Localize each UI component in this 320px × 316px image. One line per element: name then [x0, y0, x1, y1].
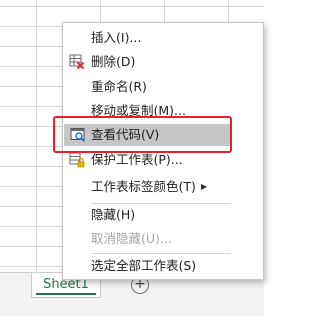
menu-item-insert[interactable]: 插入(I)... [63, 27, 263, 49]
menu-item-delete[interactable]: 删除(D) [63, 51, 263, 73]
menu-item-unhide: 取消隐藏(U)... [91, 231, 172, 246]
menu-item-hide[interactable]: 隐藏(H) [63, 204, 263, 226]
protect-sheet-icon [69, 152, 85, 168]
submenu-arrow-icon: ▶ [201, 182, 208, 191]
menu-item-tab-color[interactable]: 工作表标签颜色(T) ▶ [63, 176, 263, 198]
menu-separator [91, 253, 231, 254]
menu-item-rename[interactable]: 重命名(R) [63, 76, 263, 98]
menu-item-select-all[interactable]: 选定全部工作表(S) [63, 255, 263, 277]
delete-sheet-icon [69, 54, 85, 70]
highlight-annotation-box [53, 116, 232, 153]
